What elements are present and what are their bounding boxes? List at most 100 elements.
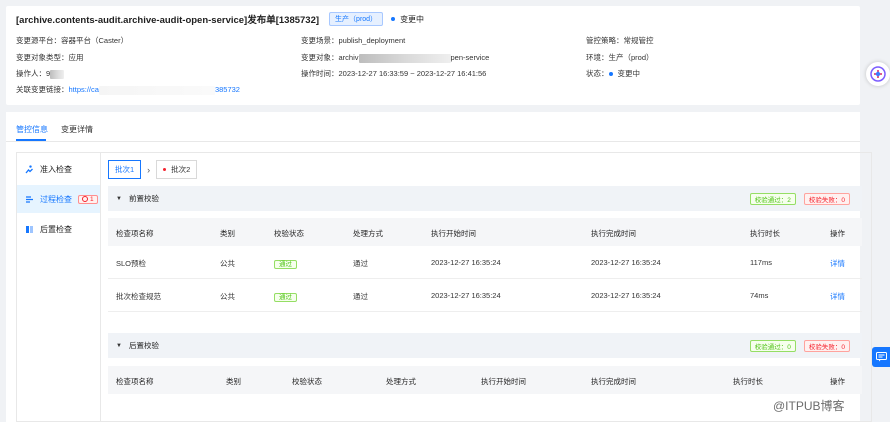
th-item-name: 检查项名称 (116, 229, 154, 238)
field-value: archiv (338, 53, 359, 62)
change-link[interactable]: https://ca (69, 85, 99, 94)
batch-2-button[interactable]: 批次2 (156, 160, 198, 179)
assistant-logo-icon (870, 66, 886, 82)
field-value: 变更中 (617, 69, 641, 78)
field-scene: 变更场景：publish_deployment (301, 35, 405, 46)
batch-1-button[interactable]: 批次1 (108, 160, 142, 179)
state-dot-icon (608, 72, 613, 76)
th-handling: 处理方式 (386, 377, 416, 386)
field-value: publish_deployment (338, 36, 406, 45)
fail-count-badge: 1 (78, 194, 98, 204)
redacted-mask (98, 85, 215, 95)
th-action: 操作 (830, 377, 845, 386)
assistant-float-button[interactable] (866, 62, 890, 86)
field-value: 应用 (68, 53, 84, 62)
field-object: 变更对象：archiv pen-service (301, 52, 489, 63)
error-dot-icon (163, 168, 167, 171)
badge-count: 1 (90, 195, 94, 203)
process-icon (25, 195, 34, 204)
th-check-status: 校验状态 (292, 377, 322, 386)
field-label: 变更对象： (301, 53, 339, 62)
person-run-icon (25, 164, 34, 174)
fail-count-badge: 校验失败：0 (803, 193, 850, 205)
th-start-time: 执行开始时间 (431, 229, 476, 238)
cell-end-time: 2023-12-27 16:35:24 (591, 258, 661, 267)
section-stats: 校验通过：2 校验失败：0 (742, 193, 850, 205)
cell-category: 公共 (220, 259, 235, 268)
sidebar-item-admission[interactable]: 准入检查 (17, 155, 101, 183)
sidebar-item-label: 后置检查 (40, 224, 72, 234)
redacted-mask (358, 53, 451, 63)
field-label: 操作人： (16, 69, 46, 78)
tab-change-detail[interactable]: 变更详情 (61, 124, 93, 135)
sidebar-item-label: 准入检查 (40, 164, 72, 174)
th-duration: 执行时长 (750, 229, 780, 238)
check-detail-area: 批次1 › 批次2 ▼ 前置校验 校验通过：2 校验失败：0 检查项名称 类别 … (100, 152, 872, 422)
th-item-name: 检查项名称 (116, 377, 154, 386)
field-label: 状态： (586, 69, 609, 78)
cell-status: 通过 (274, 291, 297, 302)
watermark: @ITPUB博客 (773, 399, 845, 413)
pre-check-section-header[interactable]: ▼ 前置校验 校验通过：2 校验失败：0 (108, 186, 862, 211)
sidebar-item-process[interactable]: 过程检查 1 (17, 185, 101, 213)
th-action: 操作 (830, 229, 845, 238)
tab-bar: 管控信息 变更详情 (6, 112, 860, 142)
field-label: 管控策略： (586, 36, 624, 45)
pass-count-badge: 校验通过：2 (749, 193, 796, 205)
th-duration: 执行时长 (733, 377, 763, 386)
redacted-mask (50, 69, 65, 79)
field-label: 变更源平台： (16, 36, 61, 45)
batch-selector: 批次1 › 批次2 (108, 160, 198, 179)
chat-icon (875, 352, 887, 362)
change-summary-card: [archive.contents-audit.archive-audit-op… (6, 6, 860, 105)
status-dot-icon (391, 17, 396, 21)
section-title: 后置校验 (128, 341, 159, 350)
th-category: 类别 (220, 229, 235, 238)
field-label: 关联变更链接： (16, 85, 69, 94)
detail-link[interactable]: 详情 (830, 291, 845, 302)
status-text: 变更中 (400, 14, 425, 24)
error-circle-icon (82, 196, 88, 202)
bar-icon (25, 225, 34, 234)
chat-float-button[interactable] (872, 347, 890, 367)
control-panel: 管控信息 变更详情 准入检查 过程检查 1 后置检查 批次1 › 批次2 ▼ 前… (6, 112, 872, 422)
field-state: 状态： 变更中 (586, 68, 640, 79)
field-value: 2023-12-27 16:33:59 ~ 2023-12-27 16:41:5… (338, 69, 487, 78)
th-handling: 处理方式 (353, 229, 383, 238)
sidebar-item-post[interactable]: 后置检查 (17, 215, 101, 243)
cell-category: 公共 (220, 292, 235, 301)
status-indicator: 变更中 (391, 14, 424, 25)
table-row: SLO预检 公共 通过 通过 2023-12-27 16:35:24 2023-… (108, 246, 862, 279)
cell-item-name: 批次检查规范 (116, 292, 161, 301)
caret-down-icon: ▼ (116, 195, 122, 202)
check-stage-sidebar: 准入检查 过程检查 1 后置检查 (16, 152, 101, 422)
fail-count-badge: 校验失败：0 (803, 340, 850, 352)
table-row: 批次检查规范 公共 通过 通过 2023-12-27 16:35:24 2023… (108, 279, 862, 312)
field-value: 容器平台（Caster） (61, 36, 129, 45)
table-header: 检查项名称 类别 校验状态 处理方式 执行开始时间 执行完成时间 执行时长 操作 (108, 366, 862, 394)
cell-handling: 通过 (353, 292, 368, 301)
tab-control-info[interactable]: 管控信息 (16, 124, 48, 135)
th-end-time: 执行完成时间 (591, 229, 636, 238)
cell-start-time: 2023-12-27 16:35:24 (431, 291, 501, 300)
batch-2-label: 批次2 (171, 165, 191, 174)
change-link-end[interactable]: 385732 (215, 85, 240, 94)
chevron-right-icon: › (147, 164, 151, 175)
field-object-type: 变更对象类型：应用 (16, 52, 84, 63)
cell-item-name: SLO预检 (116, 259, 147, 268)
detail-link[interactable]: 详情 (830, 258, 845, 269)
page-title: [archive.contents-audit.archive-audit-op… (16, 15, 320, 26)
field-value-end: pen-service (450, 53, 490, 62)
post-check-section-header[interactable]: ▼ 后置校验 校验通过：0 校验失败：0 (108, 333, 862, 358)
field-operator: 操作人：9 (16, 68, 65, 79)
field-strategy: 管控策略：常规管控 (586, 35, 654, 46)
cell-handling: 通过 (353, 259, 368, 268)
table-header: 检查项名称 类别 校验状态 处理方式 执行开始时间 执行完成时间 执行时长 操作 (108, 218, 862, 246)
tab-active-indicator (16, 139, 46, 141)
field-label: 环境： (586, 53, 609, 62)
field-value: 常规管控 (623, 36, 654, 45)
pass-tag: 通过 (274, 293, 297, 302)
cell-start-time: 2023-12-27 16:35:24 (431, 258, 501, 267)
caret-down-icon: ▼ (116, 342, 122, 349)
th-end-time: 执行完成时间 (591, 377, 636, 386)
